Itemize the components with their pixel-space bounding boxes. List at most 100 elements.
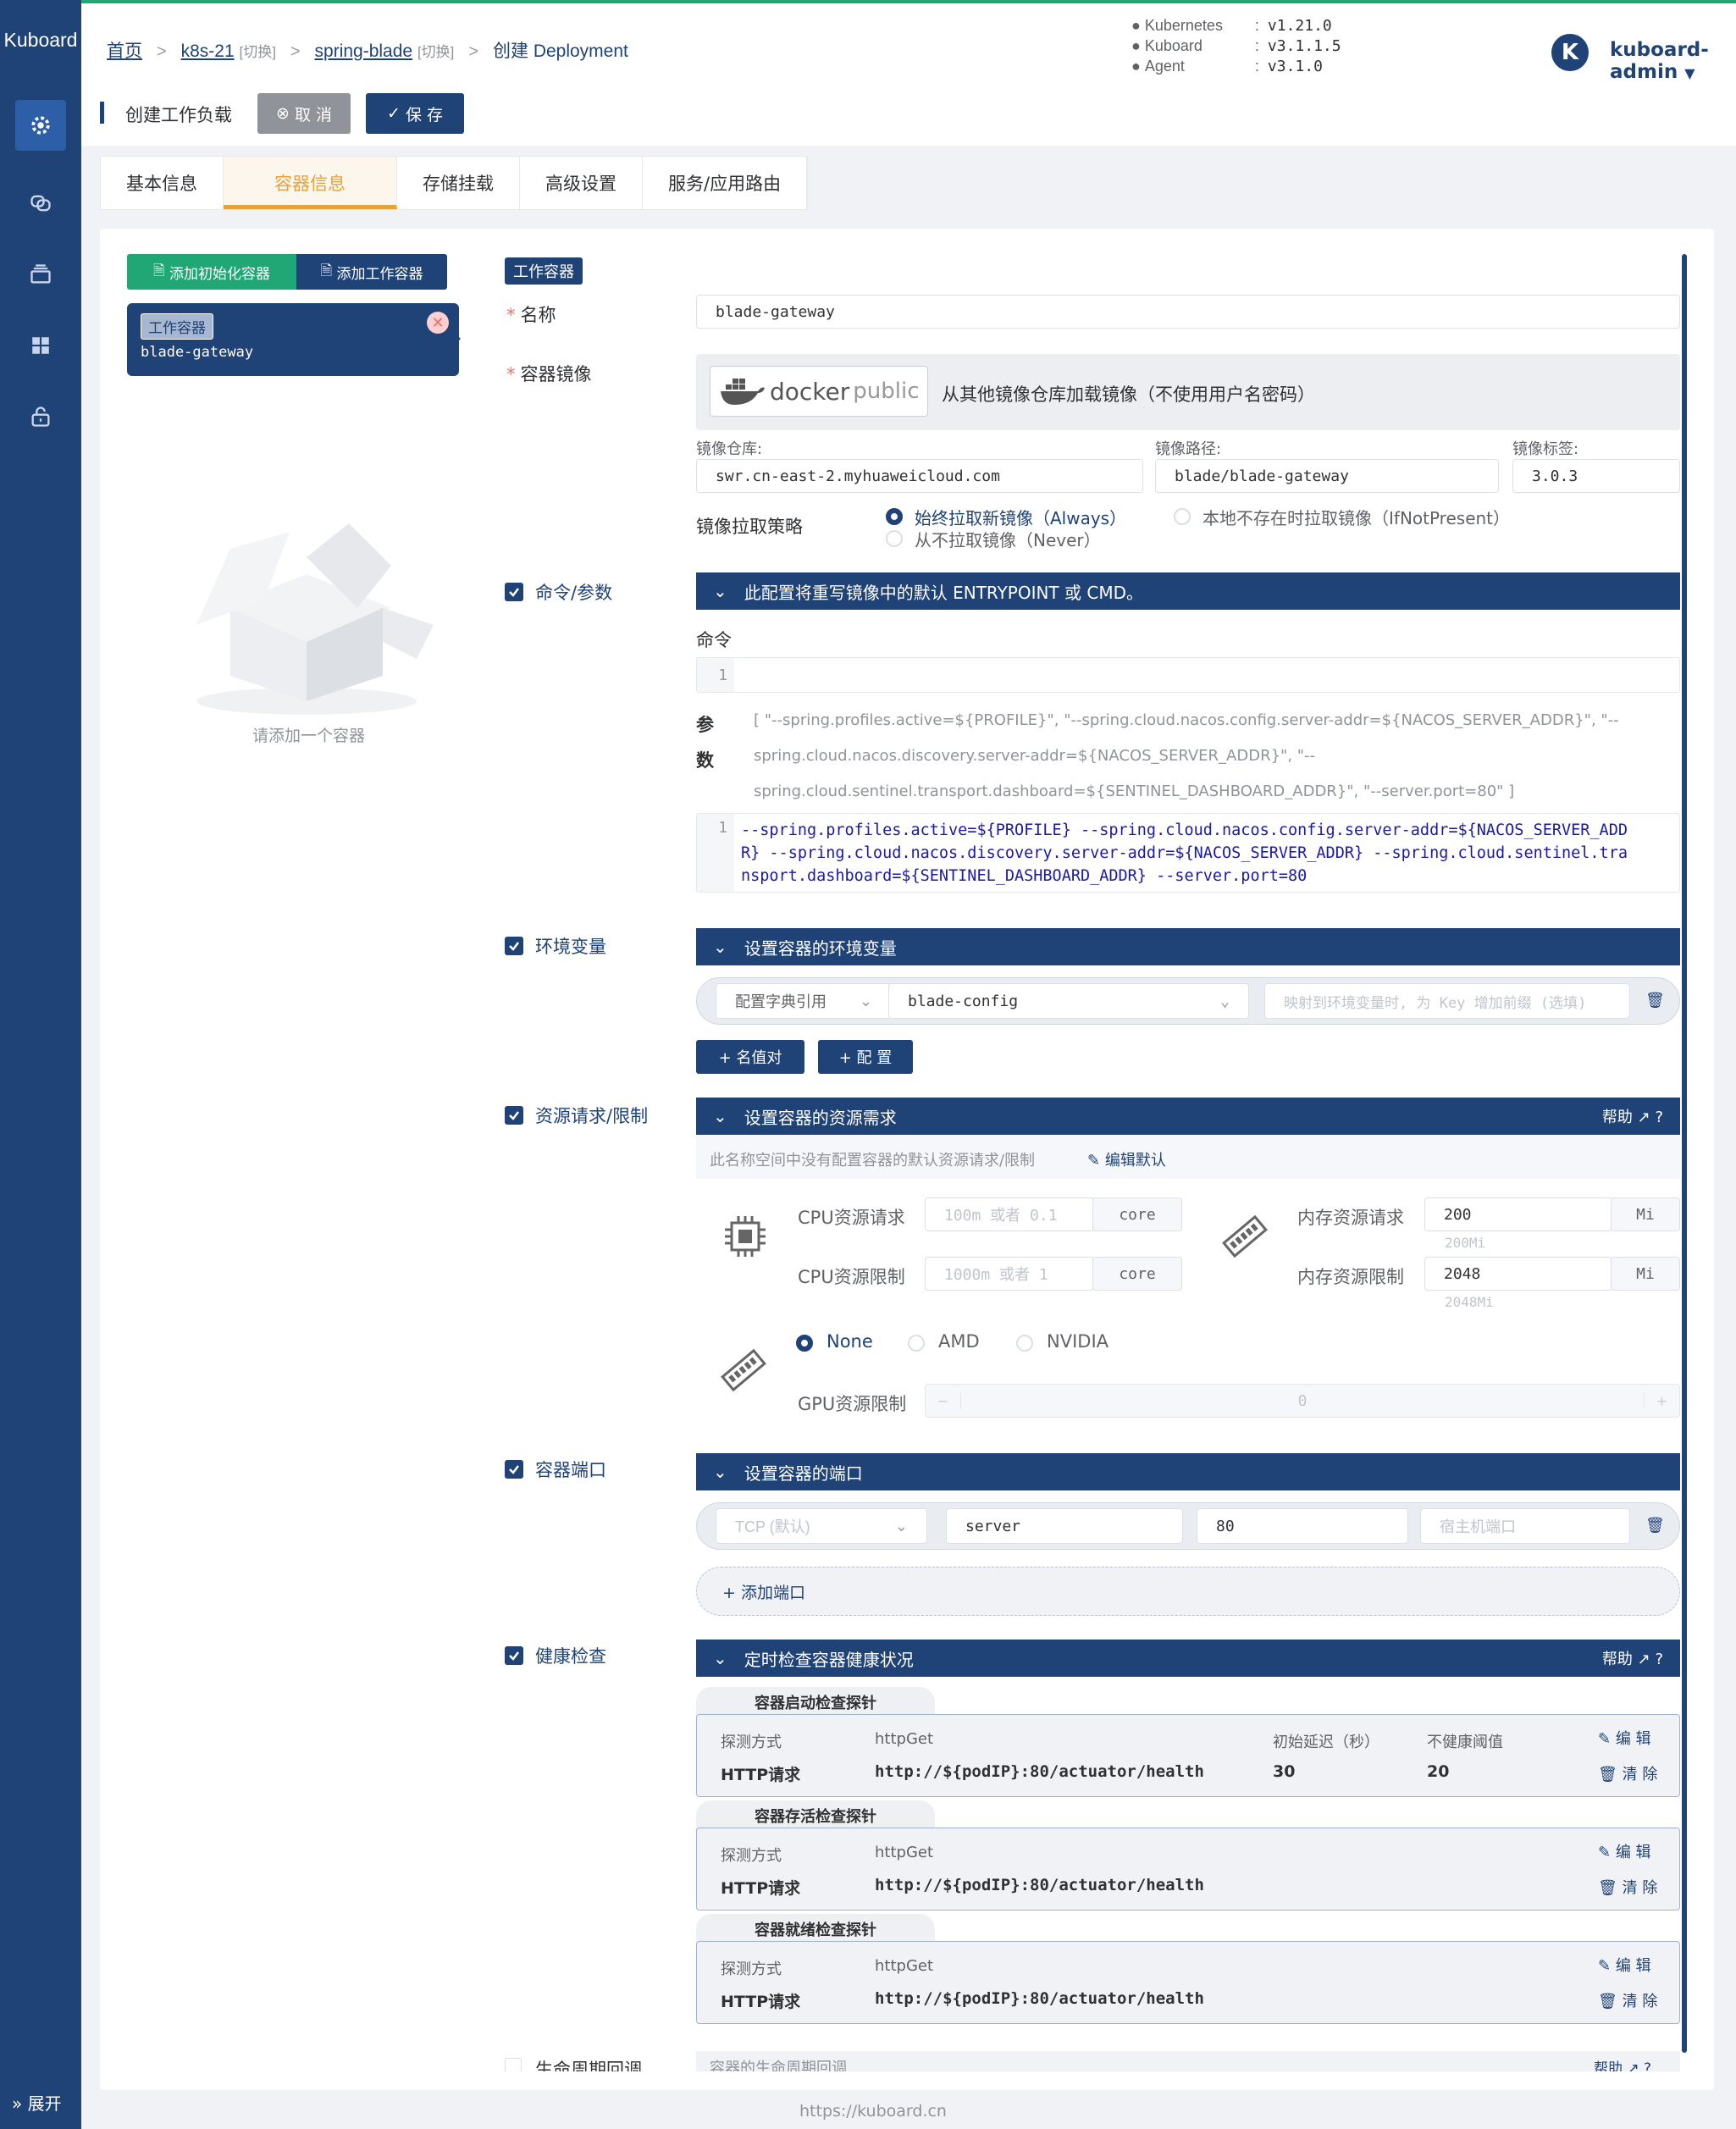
args-editor[interactable]: 1 --spring.profiles.active=${PROFILE} --… bbox=[696, 813, 1680, 893]
plus-icon[interactable]: + bbox=[1644, 1392, 1679, 1409]
gpu-none-label[interactable]: None bbox=[827, 1331, 873, 1352]
clear-probe-button[interactable]: 🗑 清 除 bbox=[1598, 1989, 1657, 2011]
add-init-container-button[interactable]: 🗎 添加初始化容器 bbox=[127, 254, 296, 290]
protocol-select[interactable]: TCP (默认) ⌄ bbox=[716, 1508, 927, 1544]
container-card[interactable]: 工作容器 blade-gateway ✕ bbox=[127, 303, 461, 376]
memory-limit-input[interactable]: 2048 bbox=[1424, 1257, 1612, 1291]
footer-url[interactable]: https://kuboard.cn bbox=[799, 2102, 947, 2121]
tab-advanced[interactable]: 高级设置 bbox=[520, 157, 643, 209]
clear-probe-button[interactable]: 🗑 清 除 bbox=[1598, 1876, 1657, 1898]
resources-bar-text: 设置容器的资源需求 bbox=[744, 1107, 897, 1128]
edit-default-link[interactable]: ✎ 编辑默认 bbox=[1087, 1148, 1166, 1170]
app-logo[interactable]: Kuboard bbox=[0, 29, 81, 52]
layers-icon[interactable] bbox=[15, 249, 66, 300]
breadcrumb-home[interactable]: 首页 bbox=[107, 41, 142, 61]
add-port-button[interactable]: + 添加端口 bbox=[696, 1567, 1680, 1616]
container-name-input[interactable]: blade-gateway bbox=[696, 295, 1680, 329]
pull-ifnotpresent-label[interactable]: 本地不存在时拉取镜像（IfNotPresent） bbox=[1202, 505, 1510, 529]
env-bar[interactable]: ⌄ 设置容器的环境变量 bbox=[696, 928, 1680, 965]
pull-always-radio[interactable] bbox=[886, 508, 903, 525]
gpu-nvidia-label[interactable]: NVIDIA bbox=[1047, 1331, 1108, 1352]
trash-icon[interactable]: 🗑 bbox=[1645, 1517, 1665, 1535]
ports-bar[interactable]: ⌄ 设置容器的端口 bbox=[696, 1453, 1680, 1490]
lifecycle-bar[interactable]: 容器的生命周期回调 帮助 ↗ ? bbox=[696, 2051, 1680, 2071]
gpu-amd-radio[interactable] bbox=[908, 1335, 925, 1352]
tab-basic-info[interactable]: 基本信息 bbox=[101, 157, 224, 209]
avatar[interactable]: K bbox=[1551, 34, 1589, 71]
env-config-select[interactable]: blade-config ⌄ bbox=[888, 983, 1249, 1019]
help-link[interactable]: 帮助 ↗ ? bbox=[1602, 1647, 1663, 1669]
ports-checkbox[interactable] bbox=[505, 1460, 523, 1479]
host-port-input[interactable]: 宿主机端口 bbox=[1420, 1508, 1630, 1544]
link-icon[interactable] bbox=[15, 178, 66, 229]
port-name-input[interactable]: server bbox=[946, 1508, 1183, 1544]
resources-checkbox[interactable] bbox=[505, 1106, 523, 1125]
gpu-amd-label[interactable]: AMD bbox=[938, 1331, 980, 1352]
resources-bar[interactable]: ⌄ 设置容器的资源需求 帮助 ↗ ? bbox=[696, 1098, 1680, 1135]
breadcrumb-namespace[interactable]: spring-blade bbox=[315, 41, 413, 61]
image-path-input[interactable]: blade/blade-gateway bbox=[1155, 459, 1499, 493]
env-prefix-input[interactable]: 映射到环境变量时, 为 Key 增加前缀 (选填) bbox=[1264, 983, 1630, 1019]
tab-container-info[interactable]: 容器信息 bbox=[224, 157, 397, 209]
ports-section-label[interactable]: 容器端口 bbox=[535, 1457, 606, 1482]
cpu-limit-input[interactable]: 1000m 或者 1 bbox=[925, 1257, 1094, 1291]
edit-probe-button[interactable]: ✎ 编 辑 bbox=[1598, 1727, 1651, 1749]
cancel-button[interactable]: ⊗ 取 消 bbox=[257, 93, 351, 134]
probe-method-key: 探测方式 bbox=[721, 1960, 782, 1978]
env-type-select[interactable]: 配置字典引用 ⌄ bbox=[716, 983, 892, 1019]
grid-icon[interactable] bbox=[15, 320, 66, 371]
namespace-switch-link[interactable]: [切换] bbox=[417, 44, 454, 60]
tab-storage[interactable]: 存储挂载 bbox=[397, 157, 520, 209]
gpu-limit-stepper[interactable]: − 0 + bbox=[925, 1384, 1680, 1418]
title-marker bbox=[100, 102, 104, 124]
memory-request-input[interactable]: 200 bbox=[1424, 1197, 1612, 1231]
image-tag-input[interactable]: 3.0.3 bbox=[1512, 459, 1680, 493]
save-button[interactable]: ✓ 保 存 bbox=[366, 93, 464, 134]
command-editor[interactable]: 1 bbox=[696, 657, 1680, 693]
remove-container-icon[interactable]: ✕ bbox=[427, 312, 449, 334]
help-link[interactable]: 帮助 ↗ ? bbox=[1602, 1105, 1663, 1127]
edit-probe-button[interactable]: ✎ 编 辑 bbox=[1598, 1840, 1651, 1862]
health-checkbox[interactable] bbox=[505, 1646, 523, 1665]
health-section-label[interactable]: 健康检查 bbox=[535, 1643, 606, 1668]
add-work-container-button[interactable]: 🗎 添加工作容器 bbox=[296, 254, 447, 290]
add-config-button[interactable]: + 配 置 bbox=[818, 1040, 913, 1074]
lifecycle-checkbox[interactable] bbox=[505, 2058, 522, 2071]
edit-probe-button[interactable]: ✎ 编 辑 bbox=[1598, 1954, 1651, 1976]
readiness-probe-tab: 容器就绪检查探针 bbox=[696, 1914, 935, 1944]
lifecycle-section-label[interactable]: 生命周期回调 bbox=[535, 2056, 642, 2071]
health-bar[interactable]: ⌄ 定时检查容器健康状况 帮助 ↗ ? bbox=[696, 1640, 1680, 1677]
cluster-settings-icon[interactable] bbox=[15, 100, 66, 151]
env-section-label[interactable]: 环境变量 bbox=[535, 933, 606, 959]
gpu-icon bbox=[721, 1348, 766, 1392]
help-link[interactable]: 帮助 ↗ ? bbox=[1594, 2056, 1651, 2071]
lock-icon[interactable] bbox=[15, 391, 66, 442]
memory-limit-label: 内存资源限制 bbox=[1297, 1267, 1404, 1287]
pull-never-label[interactable]: 从不拉取镜像（Never） bbox=[915, 527, 1101, 551]
gpu-none-radio[interactable] bbox=[796, 1335, 813, 1352]
registry-input[interactable]: swr.cn-east-2.myhuaweicloud.com bbox=[696, 459, 1143, 493]
tab-service-route[interactable]: 服务/应用路由 bbox=[643, 157, 808, 209]
cpu-request-input[interactable]: 100m 或者 0.1 bbox=[925, 1197, 1094, 1231]
user-menu[interactable]: kuboard-admin ▼ bbox=[1610, 39, 1736, 83]
command-section-label[interactable]: 命令/参数 bbox=[535, 579, 612, 605]
command-bar[interactable]: ⌄ 此配置将重写镜像中的默认 ENTRYPOINT 或 CMD。 bbox=[696, 572, 1680, 610]
gpu-nvidia-radio[interactable] bbox=[1016, 1335, 1033, 1352]
add-kv-button[interactable]: + 名值对 bbox=[696, 1040, 804, 1074]
resources-section-label[interactable]: 资源请求/限制 bbox=[535, 1103, 648, 1128]
trash-icon[interactable]: 🗑 bbox=[1645, 992, 1665, 1009]
pull-ifnotpresent-radio[interactable] bbox=[1174, 508, 1191, 525]
expand-sidebar-button[interactable]: » 展开 bbox=[12, 2090, 62, 2115]
scrollbar[interactable] bbox=[1682, 254, 1687, 2053]
docker-public-logo[interactable]: docker public bbox=[710, 366, 928, 417]
clear-probe-button[interactable]: 🗑 清 除 bbox=[1598, 1762, 1657, 1784]
probe-url: http://${podIP}:80/actuator/health bbox=[875, 1876, 1204, 1894]
pull-never-radio[interactable] bbox=[886, 530, 903, 547]
command-checkbox[interactable] bbox=[505, 583, 523, 601]
pull-always-label[interactable]: 始终拉取新镜像（Always） bbox=[915, 505, 1126, 529]
container-port-input[interactable]: 80 bbox=[1197, 1508, 1408, 1544]
breadcrumb-cluster[interactable]: k8s-21 bbox=[181, 41, 235, 61]
minus-icon[interactable]: − bbox=[926, 1392, 961, 1409]
env-checkbox[interactable] bbox=[505, 937, 523, 955]
cluster-switch-link[interactable]: [切换] bbox=[239, 44, 275, 60]
